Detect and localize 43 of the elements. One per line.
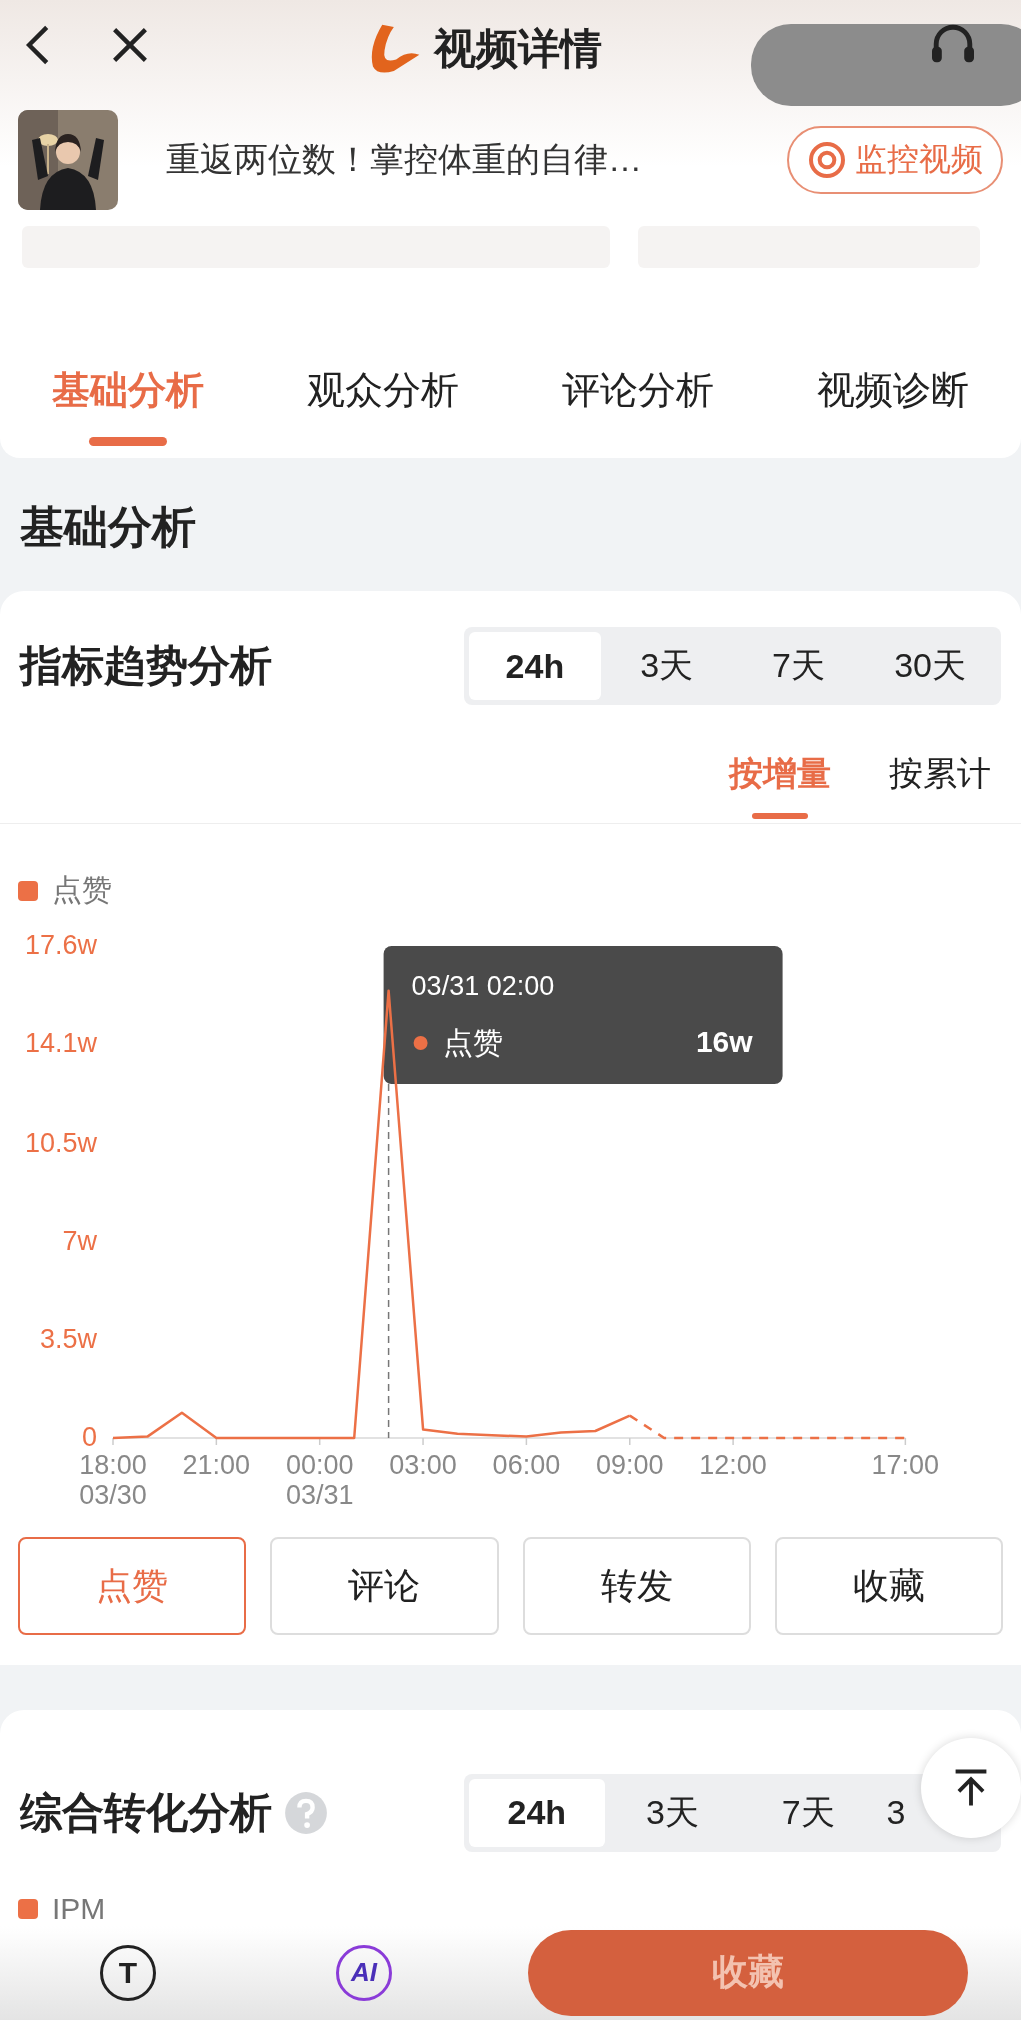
y-tick-label: 7w — [62, 1226, 98, 1257]
range-option[interactable]: 24h — [469, 632, 601, 700]
tab[interactable]: 观众分析 — [255, 358, 511, 458]
x-axis-label: 03:00 — [389, 1450, 457, 1480]
range-option[interactable]: 7天 — [740, 1778, 876, 1847]
window-title: 视频详情 — [434, 24, 602, 74]
range-option[interactable]: 3天 — [600, 632, 733, 700]
y-tick-label: 17.6w — [24, 930, 98, 960]
section-title: 基础分析 — [20, 502, 196, 551]
tab[interactable]: 视频诊断 — [765, 358, 1021, 458]
tooltip: 03/31 02:00 点赞 16w — [383, 946, 783, 1084]
ai-button[interactable]: AI — [336, 1944, 392, 2001]
range-option[interactable]: 24h — [469, 1778, 605, 1847]
y-tick-label: 3.5w — [39, 1324, 98, 1355]
range-option[interactable]: 3 — [876, 1778, 916, 1847]
x-axis-label: 00:00 03/31 — [285, 1450, 354, 1510]
metric-button[interactable]: 评论 — [270, 1537, 499, 1635]
x-axis-label: 12:00 — [699, 1450, 767, 1480]
range-option[interactable]: 3天 — [604, 1778, 741, 1847]
range-option[interactable]: 30天 — [864, 632, 996, 700]
legend-label: 点赞 — [442, 1026, 503, 1059]
card-title: 指标趋势分析 — [20, 641, 272, 691]
legend-label: IPM — [52, 1891, 106, 1926]
metric-button[interactable]: 转发 — [522, 1537, 751, 1635]
metric-button[interactable]: 收藏 — [774, 1537, 1003, 1635]
y-tick-label: 0 — [81, 1422, 97, 1452]
target-icon — [807, 140, 847, 180]
x-axis-label: 06:00 — [492, 1450, 561, 1480]
tab[interactable]: 评论分析 — [510, 358, 766, 458]
legend-swatch — [18, 1898, 38, 1919]
x-axis-label: 21:00 — [182, 1450, 251, 1480]
legend-label: 点赞 — [52, 872, 112, 908]
text-tool-button[interactable]: T — [100, 1944, 156, 2001]
range-option[interactable]: 7天 — [732, 632, 865, 700]
y-tick-label: 14.1w — [24, 1027, 98, 1058]
card-title: 综合转化分析 — [20, 1787, 272, 1838]
back-to-top-button[interactable] — [921, 1737, 1021, 1838]
mode-tab[interactable]: 按累计 — [889, 751, 991, 819]
x-axis-label: 18:00 03/30 — [79, 1450, 147, 1510]
y-tick-label: 10.5w — [24, 1128, 98, 1159]
x-axis-label: 17:00 — [871, 1450, 940, 1480]
video-title: 重返两位数！掌控体重的自律… — [166, 139, 643, 180]
x-axis-label: 09:00 — [595, 1450, 664, 1480]
